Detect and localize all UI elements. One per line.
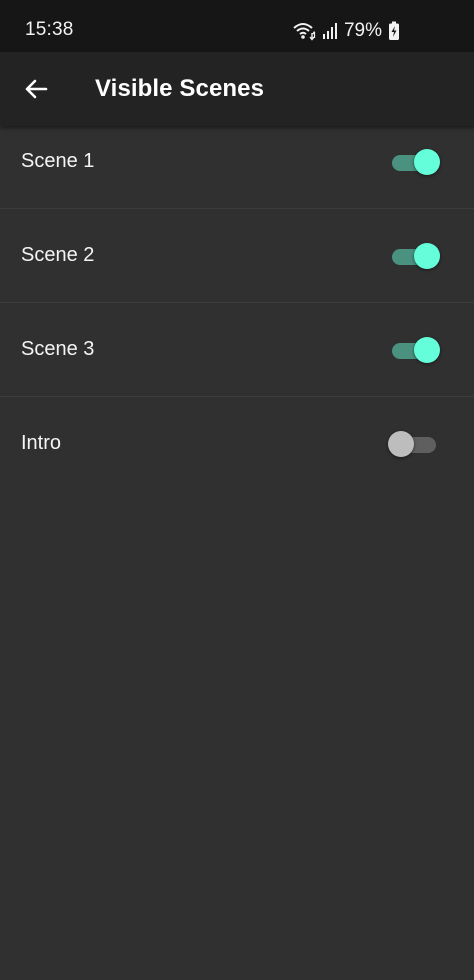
status-icons: 79% xyxy=(292,19,400,43)
toggle-thumb xyxy=(388,431,414,457)
scene-label: Intro xyxy=(21,432,62,454)
page-title: Visible Scenes xyxy=(95,75,265,102)
toggle-thumb xyxy=(414,337,440,363)
list-item-intro[interactable]: Intro xyxy=(0,397,474,491)
toggle-thumb xyxy=(414,149,440,175)
scene-toggle[interactable] xyxy=(388,337,440,363)
list-item-scene-1[interactable]: Scene 1 xyxy=(0,115,474,209)
scene-label: Scene 2 xyxy=(21,244,95,266)
list-item-scene-2[interactable]: Scene 2 xyxy=(0,209,474,303)
battery-percent: 79% xyxy=(343,20,382,41)
battery-charging-icon xyxy=(388,21,400,41)
list-item-scene-3[interactable]: Scene 3 xyxy=(0,303,474,397)
scene-toggle[interactable] xyxy=(388,243,440,269)
toggle-thumb xyxy=(414,243,440,269)
arrow-back-icon xyxy=(23,76,49,102)
scene-toggle[interactable] xyxy=(388,149,440,175)
status-time: 15:38 xyxy=(25,19,74,40)
scene-label: Scene 3 xyxy=(21,338,95,360)
wifi-icon xyxy=(292,20,316,42)
status-bar: 15:38 79% xyxy=(0,0,474,52)
app-bar: Visible Scenes xyxy=(0,52,474,126)
scene-label: Scene 1 xyxy=(21,150,95,172)
back-button[interactable] xyxy=(14,67,58,111)
scene-toggle[interactable] xyxy=(388,431,438,457)
scene-list: Scene 1 Scene 2 Scene 3 Intro xyxy=(0,115,474,491)
signal-icon xyxy=(322,22,338,40)
